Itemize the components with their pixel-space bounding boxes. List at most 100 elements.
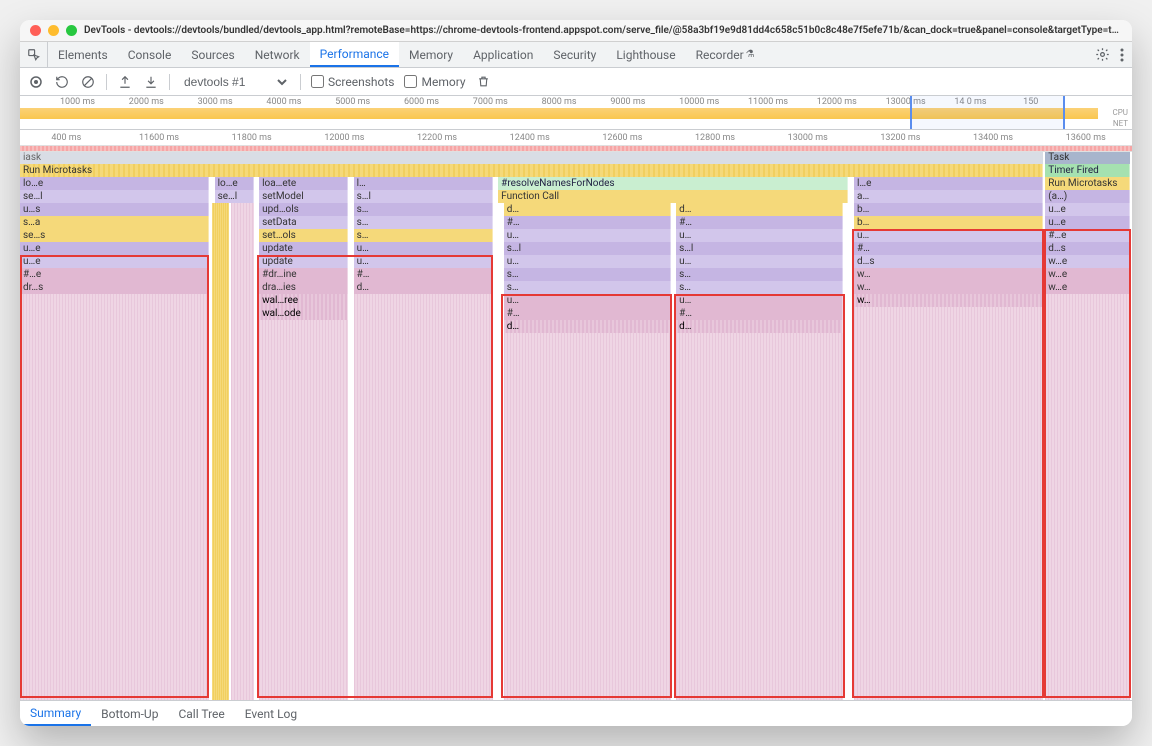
flame-deep-stack[interactable] xyxy=(854,307,1043,700)
flame-bar[interactable]: set…ols xyxy=(259,229,348,242)
flame-deep-stack[interactable] xyxy=(231,203,253,700)
flame-bar[interactable]: Run Microtasks xyxy=(20,164,1043,177)
flame-bar[interactable]: u…s xyxy=(20,203,209,216)
flame-bar[interactable]: d… xyxy=(504,203,671,216)
flame-bar[interactable]: d…s xyxy=(854,255,1043,268)
flame-bar[interactable]: setModel xyxy=(259,190,348,203)
flame-deep-stack[interactable] xyxy=(354,294,493,700)
flame-bar[interactable]: s…l xyxy=(676,242,843,255)
flame-bar[interactable]: u… xyxy=(676,294,843,307)
upload-icon[interactable] xyxy=(117,74,133,90)
flame-deep-stack[interactable] xyxy=(259,320,348,700)
flame-bar[interactable]: Timer Fired xyxy=(1045,164,1130,177)
flame-bar[interactable]: #… xyxy=(676,216,843,229)
flame-bar[interactable]: w… xyxy=(854,268,1043,281)
tab-security[interactable]: Security xyxy=(543,42,606,67)
tab-recorder[interactable]: Recorder⚗ xyxy=(686,42,765,67)
tab-memory[interactable]: Memory xyxy=(399,42,463,67)
flame-bar[interactable]: s…a xyxy=(20,216,209,229)
flame-deep-stack[interactable] xyxy=(1045,294,1130,700)
flame-bar[interactable]: u…e xyxy=(1045,216,1130,229)
flame-deep-stack[interactable] xyxy=(212,203,229,700)
flame-bar[interactable]: #…e xyxy=(1045,229,1130,242)
flame-bar[interactable]: s… xyxy=(354,203,493,216)
flame-bar[interactable]: d… xyxy=(676,203,843,216)
timeline-overview[interactable]: 1000 ms2000 ms3000 ms4000 ms5000 ms6000 … xyxy=(20,96,1132,130)
tab-network[interactable]: Network xyxy=(245,42,310,67)
flame-bar[interactable]: s… xyxy=(354,229,493,242)
flame-bar[interactable]: b… xyxy=(854,203,1043,216)
flame-bar[interactable]: l…e xyxy=(854,177,1043,190)
minimize-icon[interactable] xyxy=(48,25,59,36)
task-chip[interactable]: Task xyxy=(1045,152,1130,164)
flame-bar[interactable]: u…e xyxy=(1045,203,1130,216)
flame-bar[interactable]: setData xyxy=(259,216,348,229)
screenshots-checkbox[interactable]: Screenshots xyxy=(311,75,394,89)
inspect-element-icon[interactable] xyxy=(20,42,48,67)
kebab-menu-icon[interactable] xyxy=(1120,48,1124,62)
flame-bar[interactable]: update xyxy=(259,255,348,268)
tab-bottom-up[interactable]: Bottom-Up xyxy=(91,701,168,726)
flame-bar[interactable]: #… xyxy=(354,268,493,281)
flame-bar[interactable]: d… xyxy=(354,281,493,294)
tab-elements[interactable]: Elements xyxy=(48,42,118,67)
flame-bar[interactable]: s…l xyxy=(354,190,493,203)
flame-bar[interactable]: Run Microtasks xyxy=(1045,177,1130,190)
tab-performance[interactable]: Performance xyxy=(310,42,399,67)
flame-bar[interactable]: w…e xyxy=(1045,281,1130,294)
flame-bar[interactable]: u…e xyxy=(20,255,209,268)
flame-bar[interactable]: s… xyxy=(676,281,843,294)
reload-icon[interactable] xyxy=(54,74,70,90)
flame-bar[interactable]: u… xyxy=(504,229,671,242)
flame-bar[interactable]: u… xyxy=(504,294,671,307)
task-chip[interactable]: iask xyxy=(20,152,1043,164)
close-icon[interactable] xyxy=(30,25,41,36)
flame-bar[interactable]: #… xyxy=(854,242,1043,255)
flame-bar[interactable]: s… xyxy=(504,281,671,294)
flame-bar[interactable]: b… xyxy=(854,216,1043,229)
flame-bar[interactable]: #… xyxy=(676,307,843,320)
flame-bar[interactable]: d… xyxy=(676,320,843,333)
download-icon[interactable] xyxy=(143,74,159,90)
flame-bar[interactable]: Function Call xyxy=(498,190,848,203)
tab-event-log[interactable]: Event Log xyxy=(235,701,307,726)
flame-bar[interactable]: u… xyxy=(676,255,843,268)
flame-bar[interactable]: #… xyxy=(504,307,671,320)
flame-bar[interactable]: upd…ols xyxy=(259,203,348,216)
flame-bar[interactable]: a… xyxy=(854,190,1043,203)
flame-bar[interactable]: d…s xyxy=(1045,242,1130,255)
flame-bar[interactable]: w… xyxy=(854,294,1043,307)
tab-application[interactable]: Application xyxy=(463,42,543,67)
flame-deep-stack[interactable] xyxy=(504,333,671,700)
flame-bar[interactable]: #…e xyxy=(20,268,209,281)
flame-bar[interactable]: dra…ies xyxy=(259,281,348,294)
flame-bar[interactable]: wal…ree xyxy=(259,294,348,307)
flame-bar[interactable]: l… xyxy=(354,177,493,190)
zoom-icon[interactable] xyxy=(66,25,77,36)
flame-bar[interactable]: wal…ode xyxy=(259,307,348,320)
flame-bar[interactable]: lo…e xyxy=(20,177,209,190)
flame-bar[interactable]: u… xyxy=(504,255,671,268)
tab-lighthouse[interactable]: Lighthouse xyxy=(606,42,685,67)
flame-bar[interactable]: se…l xyxy=(215,190,254,203)
tab-console[interactable]: Console xyxy=(118,42,182,67)
flame-bar[interactable]: u… xyxy=(676,229,843,242)
flame-bar[interactable]: se…s xyxy=(20,229,209,242)
frame-selector[interactable]: devtools #1 xyxy=(180,74,290,90)
flame-bar[interactable]: w…e xyxy=(1045,268,1130,281)
tab-call-tree[interactable]: Call Tree xyxy=(168,701,234,726)
flame-bar[interactable]: w…e xyxy=(1045,255,1130,268)
flame-bar[interactable]: s…l xyxy=(504,242,671,255)
clear-icon[interactable] xyxy=(80,74,96,90)
flame-deep-stack[interactable] xyxy=(20,294,209,700)
memory-checkbox[interactable]: Memory xyxy=(404,75,465,89)
flame-bar[interactable]: #resolveNamesForNodes xyxy=(498,177,848,190)
flame-bar[interactable]: u… xyxy=(354,255,493,268)
tab-summary[interactable]: Summary xyxy=(20,701,91,726)
flame-bar[interactable]: s… xyxy=(676,268,843,281)
flame-bar[interactable]: u… xyxy=(354,242,493,255)
record-icon[interactable] xyxy=(28,74,44,90)
flame-bar[interactable]: s… xyxy=(354,216,493,229)
flame-bar[interactable]: w… xyxy=(854,281,1043,294)
flame-bar[interactable]: update xyxy=(259,242,348,255)
